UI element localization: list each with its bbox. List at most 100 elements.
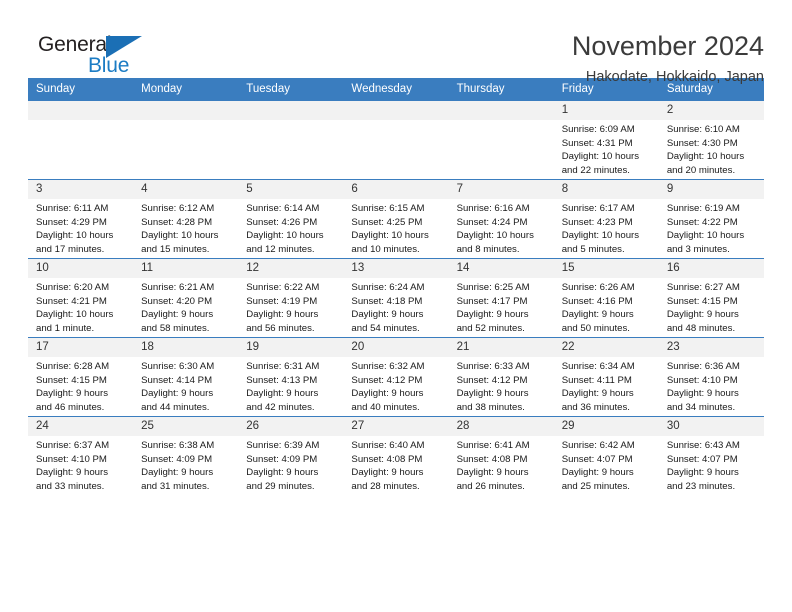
day-cell[interactable]: 10 Sunrise: 6:20 AM Sunset: 4:21 PM Dayl… (28, 258, 134, 338)
week-row: 24 Sunrise: 6:37 AM Sunset: 4:10 PM Dayl… (28, 416, 764, 495)
day-cell[interactable]: 11 Sunrise: 6:21 AM Sunset: 4:20 PM Dayl… (133, 258, 239, 338)
day-cell[interactable] (238, 101, 344, 180)
day-details: Sunrise: 6:38 AM Sunset: 4:09 PM Dayligh… (133, 436, 238, 493)
day-cell[interactable]: 23 Sunrise: 6:36 AM Sunset: 4:10 PM Dayl… (658, 337, 764, 417)
day-details: Sunrise: 6:10 AM Sunset: 4:30 PM Dayligh… (659, 120, 764, 177)
daylight-text-line2: and 12 minutes. (246, 243, 315, 255)
sunset-text: Sunset: 4:10 PM (666, 374, 738, 386)
day-cell[interactable]: 27 Sunrise: 6:40 AM Sunset: 4:08 PM Dayl… (343, 416, 449, 495)
sunrise-text: Sunrise: 6:19 AM (666, 203, 740, 214)
day-cell[interactable]: 7 Sunrise: 6:16 AM Sunset: 4:24 PM Dayli… (448, 179, 554, 259)
daylight-text-line2: and 52 minutes. (456, 322, 525, 334)
day-number: 11 (133, 259, 239, 278)
sunset-text: Sunset: 4:26 PM (246, 216, 318, 228)
day-number (343, 101, 449, 120)
daylight-text-line2: and 38 minutes. (456, 401, 525, 413)
sunrise-text: Sunrise: 6:09 AM (561, 124, 635, 135)
daylight-text-line1: Daylight: 10 hours (666, 151, 745, 163)
sunset-text: Sunset: 4:08 PM (456, 453, 528, 465)
daylight-text-line1: Daylight: 9 hours (246, 309, 319, 321)
day-details: Sunrise: 6:17 AM Sunset: 4:23 PM Dayligh… (554, 199, 659, 256)
day-details: Sunrise: 6:14 AM Sunset: 4:26 PM Dayligh… (238, 199, 343, 256)
daylight-text-line1: Daylight: 10 hours (36, 309, 114, 321)
daylight-text-line2: and 42 minutes. (246, 401, 315, 413)
day-cell[interactable]: 15 Sunrise: 6:26 AM Sunset: 4:16 PM Dayl… (553, 258, 659, 338)
sunrise-text: Sunrise: 6:26 AM (561, 282, 635, 293)
daylight-text-line2: and 8 minutes. (456, 243, 520, 255)
week-row: 10 Sunrise: 6:20 AM Sunset: 4:21 PM Dayl… (28, 258, 764, 338)
day-cell[interactable] (133, 101, 239, 180)
daylight-text-line1: Daylight: 9 hours (456, 388, 529, 400)
day-cell[interactable]: 17 Sunrise: 6:28 AM Sunset: 4:15 PM Dayl… (28, 337, 134, 417)
day-cell[interactable]: 9 Sunrise: 6:19 AM Sunset: 4:22 PM Dayli… (658, 179, 764, 259)
day-cell[interactable]: 22 Sunrise: 6:34 AM Sunset: 4:11 PM Dayl… (553, 337, 659, 417)
day-cell[interactable]: 4 Sunrise: 6:12 AM Sunset: 4:28 PM Dayli… (133, 179, 239, 259)
daylight-text-line1: Daylight: 10 hours (561, 230, 640, 242)
daylight-text-line2: and 25 minutes. (561, 480, 630, 492)
daylight-text-line2: and 15 minutes. (141, 243, 210, 255)
day-cell[interactable] (28, 101, 134, 180)
day-cell[interactable]: 1 Sunrise: 6:09 AM Sunset: 4:31 PM Dayli… (553, 101, 659, 180)
day-cell[interactable]: 13 Sunrise: 6:24 AM Sunset: 4:18 PM Dayl… (343, 258, 449, 338)
sunrise-text: Sunrise: 6:40 AM (351, 440, 425, 451)
daylight-text-line1: Daylight: 9 hours (561, 309, 634, 321)
sunset-text: Sunset: 4:23 PM (561, 216, 633, 228)
day-number: 26 (238, 417, 344, 436)
calendar-body: 1 Sunrise: 6:09 AM Sunset: 4:31 PM Dayli… (28, 101, 764, 495)
daylight-text-line1: Daylight: 9 hours (351, 388, 424, 400)
day-details: Sunrise: 6:39 AM Sunset: 4:09 PM Dayligh… (238, 436, 343, 493)
day-details: Sunrise: 6:37 AM Sunset: 4:10 PM Dayligh… (28, 436, 133, 493)
day-number: 8 (553, 180, 659, 199)
day-cell[interactable]: 3 Sunrise: 6:11 AM Sunset: 4:29 PM Dayli… (28, 179, 134, 259)
day-number: 9 (658, 180, 764, 199)
daylight-text-line2: and 33 minutes. (36, 480, 105, 492)
daylight-text-line2: and 58 minutes. (141, 322, 210, 334)
sunset-text: Sunset: 4:24 PM (456, 216, 528, 228)
title-block: November 2024 Hakodate, Hokkaido, Japan (572, 30, 764, 88)
day-cell[interactable]: 18 Sunrise: 6:30 AM Sunset: 4:14 PM Dayl… (133, 337, 239, 417)
day-number (448, 101, 554, 120)
weekday-header-thursday: Thursday (448, 78, 554, 101)
sunrise-text: Sunrise: 6:17 AM (561, 203, 635, 214)
sunset-text: Sunset: 4:29 PM (36, 216, 107, 228)
day-number: 20 (343, 338, 449, 357)
day-cell[interactable]: 8 Sunrise: 6:17 AM Sunset: 4:23 PM Dayli… (553, 179, 659, 259)
day-cell[interactable]: 20 Sunrise: 6:32 AM Sunset: 4:12 PM Dayl… (343, 337, 449, 417)
day-details: Sunrise: 6:24 AM Sunset: 4:18 PM Dayligh… (343, 278, 448, 335)
day-cell[interactable]: 28 Sunrise: 6:41 AM Sunset: 4:08 PM Dayl… (448, 416, 554, 495)
sunrise-text: Sunrise: 6:39 AM (246, 440, 320, 451)
day-cell[interactable]: 2 Sunrise: 6:10 AM Sunset: 4:30 PM Dayli… (658, 101, 764, 180)
daylight-text-line1: Daylight: 9 hours (36, 467, 108, 479)
daylight-text-line1: Daylight: 9 hours (246, 467, 319, 479)
daylight-text-line1: Daylight: 9 hours (456, 467, 529, 479)
day-cell[interactable]: 29 Sunrise: 6:42 AM Sunset: 4:07 PM Dayl… (553, 416, 659, 495)
day-cell[interactable] (343, 101, 449, 180)
day-cell[interactable]: 30 Sunrise: 6:43 AM Sunset: 4:07 PM Dayl… (658, 416, 764, 495)
day-cell[interactable] (448, 101, 554, 180)
day-cell[interactable]: 21 Sunrise: 6:33 AM Sunset: 4:12 PM Dayl… (448, 337, 554, 417)
daylight-text-line1: Daylight: 9 hours (351, 467, 424, 479)
day-cell[interactable]: 5 Sunrise: 6:14 AM Sunset: 4:26 PM Dayli… (238, 179, 344, 259)
day-cell[interactable]: 12 Sunrise: 6:22 AM Sunset: 4:19 PM Dayl… (238, 258, 344, 338)
sunset-text: Sunset: 4:20 PM (141, 295, 213, 307)
day-number: 4 (133, 180, 239, 199)
day-cell[interactable]: 24 Sunrise: 6:37 AM Sunset: 4:10 PM Dayl… (28, 416, 134, 495)
daylight-text-line2: and 44 minutes. (141, 401, 210, 413)
sunrise-text: Sunrise: 6:25 AM (456, 282, 530, 293)
day-number: 10 (28, 259, 134, 278)
day-cell[interactable]: 14 Sunrise: 6:25 AM Sunset: 4:17 PM Dayl… (448, 258, 554, 338)
day-cell[interactable]: 25 Sunrise: 6:38 AM Sunset: 4:09 PM Dayl… (133, 416, 239, 495)
day-cell[interactable]: 6 Sunrise: 6:15 AM Sunset: 4:25 PM Dayli… (343, 179, 449, 259)
week-row: 17 Sunrise: 6:28 AM Sunset: 4:15 PM Dayl… (28, 337, 764, 417)
daylight-text-line2: and 48 minutes. (666, 322, 736, 334)
day-cell[interactable]: 16 Sunrise: 6:27 AM Sunset: 4:15 PM Dayl… (658, 258, 764, 338)
daylight-text-line1: Daylight: 9 hours (246, 388, 319, 400)
sunrise-text: Sunrise: 6:14 AM (246, 203, 320, 214)
sunset-text: Sunset: 4:15 PM (36, 374, 107, 386)
day-cell[interactable]: 19 Sunrise: 6:31 AM Sunset: 4:13 PM Dayl… (238, 337, 344, 417)
day-cell[interactable]: 26 Sunrise: 6:39 AM Sunset: 4:09 PM Dayl… (238, 416, 344, 495)
sunset-text: Sunset: 4:09 PM (141, 453, 213, 465)
sunset-text: Sunset: 4:22 PM (666, 216, 738, 228)
day-details: Sunrise: 6:40 AM Sunset: 4:08 PM Dayligh… (343, 436, 448, 493)
brand-logo[interactable]: General Blue (28, 30, 158, 86)
